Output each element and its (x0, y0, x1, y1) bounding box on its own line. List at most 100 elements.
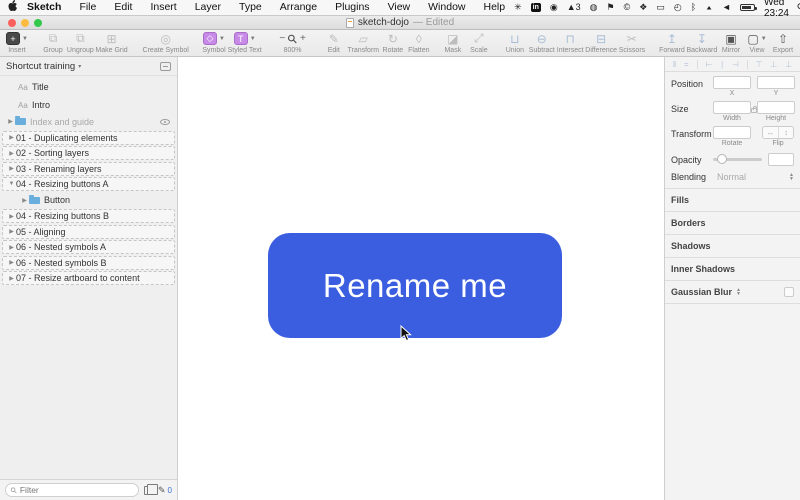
layer-row-06-nested-symbols-a[interactable]: ▶ 06 - Nested symbols A (2, 240, 175, 254)
align-left-icon[interactable]: ⊢ (705, 60, 712, 69)
eye-visibility-icon[interactable] (160, 118, 170, 125)
size-height-input[interactable] (757, 101, 795, 114)
app-count-icon[interactable]: ▲3 (567, 0, 581, 15)
disclosure-triangle-icon[interactable]: ▶ (7, 134, 16, 141)
tool-intersect-button[interactable]: ⊓ Intersect (556, 31, 585, 55)
linkedin-icon[interactable]: in (530, 3, 541, 12)
section-shadows[interactable]: Shadows (665, 235, 800, 258)
tool-styled-text-button[interactable]: T ▼ Styled Text (227, 31, 262, 55)
align-top-icon[interactable]: ⊤ (756, 60, 763, 69)
volume-icon[interactable]: ◄ (722, 0, 731, 15)
tool-flatten-button[interactable]: ◊ Flatten (406, 31, 432, 55)
distribute-horizontal-icon[interactable]: ‖ (673, 60, 676, 69)
menu-sketch[interactable]: Sketch (18, 0, 70, 15)
tool-backward-button[interactable]: ↧ Backward (686, 31, 718, 55)
layer-row-01-duplicating-elements[interactable]: ▶ 01 - Duplicating elements (2, 130, 175, 145)
close-window-button[interactable] (8, 19, 16, 27)
menu-help[interactable]: Help (475, 0, 515, 15)
apple-menu-icon[interactable] (8, 0, 18, 15)
menu-arrange[interactable]: Arrange (271, 0, 326, 15)
constrain-proportions-lock-icon[interactable] (751, 106, 757, 113)
tool-forward-button[interactable]: ↥ Forward (658, 31, 686, 55)
position-y-input[interactable] (757, 76, 795, 89)
layer-row-title[interactable]: Aa Title (2, 78, 175, 96)
tool-create-symbol-button[interactable]: ◎ Create Symbol (142, 31, 189, 55)
menu-plugins[interactable]: Plugins (326, 0, 378, 15)
disclosure-triangle-icon[interactable]: ▶ (7, 213, 16, 220)
blending-select[interactable]: Normal (713, 172, 789, 182)
globe-icon[interactable]: ◍ (590, 0, 598, 15)
section-inner-shadows[interactable]: Inner Shadows (665, 258, 800, 281)
zoom-window-button[interactable] (34, 19, 42, 27)
layer-row-03-renaming-layers[interactable]: ▶ 03 - Renaming layers (2, 161, 175, 176)
tool-symbol-button[interactable]: ◇ ▼ Symbol (201, 31, 227, 55)
size-width-input[interactable] (713, 101, 751, 114)
tool-scale-button[interactable]: ⤢ Scale (466, 31, 492, 55)
section-checkbox[interactable] (784, 287, 794, 297)
align-middle-icon[interactable]: ⊥ (770, 60, 777, 69)
dropbox-icon[interactable]: ❖ (639, 0, 647, 15)
flip-segmented-control[interactable]: ↔ ↕ (762, 126, 794, 139)
canvas-button-shape[interactable]: Rename me (268, 233, 562, 338)
opacity-slider-thumb[interactable] (716, 154, 727, 164)
layer-row-06-nested-symbols-b[interactable]: ▶ 06 - Nested symbols B (2, 255, 175, 270)
disclosure-triangle-icon[interactable]: ▶ (7, 259, 16, 266)
spotlight-icon[interactable]: ⚲ (794, 0, 800, 15)
tool-scissors-button[interactable]: ✂ Scissors (618, 31, 646, 55)
menu-type[interactable]: Type (230, 0, 271, 15)
align-center-h-icon[interactable]: ∣ (720, 60, 724, 69)
layer-row-index-and-guide[interactable]: ▶ Index and guide (2, 114, 175, 129)
tool-make-grid-button[interactable]: ⊞ Make Grid (95, 31, 129, 55)
tool-view-button[interactable]: ▢ ▼ View (744, 31, 770, 55)
tool-rotate-button[interactable]: ↻ Rotate (380, 31, 406, 55)
layer-row-intro[interactable]: Aa Intro (2, 96, 175, 114)
disclosure-triangle-icon[interactable]: ▶ (7, 165, 16, 172)
tool-ungroup-button[interactable]: ⧉ Ungroup (66, 31, 95, 55)
position-x-input[interactable] (713, 76, 751, 89)
menu-window[interactable]: Window (419, 0, 474, 15)
record-icon[interactable]: ◉ (550, 0, 558, 15)
menu-view[interactable]: View (379, 0, 420, 15)
layer-row-button[interactable]: ▶ Button (2, 193, 175, 208)
tool-mirror-button[interactable]: ▣ Mirror (718, 31, 744, 55)
menu-file[interactable]: File (70, 0, 105, 15)
align-bottom-icon[interactable]: ⊥ (785, 60, 792, 69)
menu-edit[interactable]: Edit (105, 0, 141, 15)
align-right-icon[interactable]: ⊣ (732, 60, 739, 69)
copyright-icon[interactable]: © (624, 0, 631, 15)
disclosure-triangle-icon[interactable]: ▶ (6, 118, 15, 125)
flip-horizontal-icon[interactable]: ↔ (763, 127, 778, 138)
section-borders[interactable]: Borders (665, 212, 800, 235)
distribute-vertical-icon[interactable]: = (684, 60, 689, 69)
tool-transform-button[interactable]: ▱ Transform (347, 31, 380, 55)
wifi-icon[interactable]: ▲ (705, 2, 713, 13)
layer-row-05-aligning[interactable]: ▶ 05 - Aligning (2, 224, 175, 239)
menu-layer[interactable]: Layer (186, 0, 230, 15)
collapse-panel-icon[interactable] (160, 61, 171, 71)
layer-row-07-resize-artboard-to-content[interactable]: ▶ 07 - Resize artboard to content (2, 271, 175, 285)
opacity-slider[interactable] (713, 154, 762, 164)
disclosure-triangle-icon[interactable]: ▶ (7, 244, 16, 251)
menu-insert[interactable]: Insert (141, 0, 185, 15)
filter-input[interactable] (19, 485, 133, 495)
page-selector[interactable]: Shortcut training ▾ (0, 57, 177, 76)
zoom-out-icon[interactable]: − (279, 33, 285, 44)
opacity-value-input[interactable] (768, 153, 794, 166)
tool-union-button[interactable]: ⊔ Union (502, 31, 528, 55)
draft-count[interactable]: ✎ 0 (158, 485, 172, 496)
battery-icon[interactable] (739, 4, 757, 11)
tool-edit-button[interactable]: ✎ Edit (321, 31, 347, 55)
display-icon[interactable]: ▭ (656, 0, 665, 15)
filter-field[interactable]: ⚲ (5, 483, 139, 497)
tool-difference-button[interactable]: ⊟ Difference (585, 31, 618, 55)
blending-stepper[interactable]: ▲ ▼ (789, 173, 794, 182)
disclosure-triangle-icon[interactable]: ▼ (7, 181, 16, 187)
minimize-window-button[interactable] (21, 19, 29, 27)
pages-icon[interactable] (144, 483, 158, 495)
flip-vertical-icon[interactable]: ↕ (778, 127, 793, 138)
layer-row-04-resizing-buttons-a[interactable]: ▼ 04 - Resizing buttons A (2, 177, 175, 191)
disclosure-triangle-icon[interactable]: ▶ (20, 197, 29, 204)
section-fills[interactable]: Fills (665, 189, 800, 212)
tool-insert-button[interactable]: + ▼ Insert (4, 31, 30, 55)
disclosure-triangle-icon[interactable]: ▶ (7, 150, 16, 157)
